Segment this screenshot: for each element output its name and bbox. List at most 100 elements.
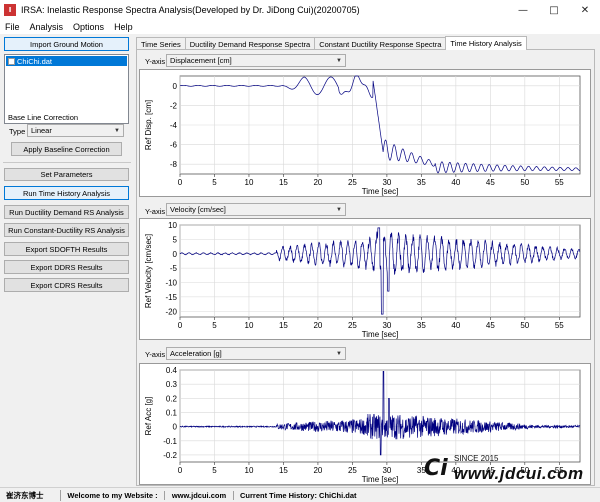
x-axis-label: Time [sec] (362, 475, 399, 484)
close-icon[interactable]: ✕ (570, 0, 600, 20)
yaxis-select-2[interactable]: Velocity [cm/sec] ▼ (166, 203, 346, 216)
status-website-link[interactable]: www.jdcui.com (165, 490, 234, 500)
list-item-label: ChiChi.dat (17, 56, 53, 66)
x-tick-label: 55 (555, 321, 564, 330)
y-tick-label: 0.2 (166, 394, 178, 403)
chevron-down-icon: ▼ (336, 57, 342, 64)
menu-options[interactable]: Options (68, 22, 109, 32)
x-tick-label: 50 (520, 178, 529, 187)
chevron-down-icon: ▼ (336, 350, 342, 357)
x-tick-label: 5 (212, 466, 217, 475)
apply-baseline-button[interactable]: Apply Baseline Correction (11, 142, 122, 156)
velocity-chart: 0 5 10 15 20 25 30 35 40 45 50 55 10 5 0 -5 -10 -15 -20 Tim… (139, 218, 591, 340)
yaxis-label: Y-axis (145, 350, 166, 359)
status-current-file: Current Time History: ChiChi.dat (240, 490, 357, 500)
x-tick-label: 40 (451, 321, 460, 330)
yaxis-select-3[interactable]: Acceleration [g] ▼ (166, 347, 346, 360)
chevron-down-icon: ▼ (336, 206, 342, 213)
y-axis-label: Ref Acc [g] (144, 397, 153, 436)
y-tick-label: -4 (170, 121, 178, 130)
baseline-correction-label: Base Line Correction (8, 113, 79, 122)
y-tick-label: 0.4 (166, 366, 178, 375)
yaxis-select-1[interactable]: Displacement [cm] ▼ (166, 54, 346, 67)
displacement-chart: 0 5 10 15 20 25 30 35 40 45 50 55 0 -2 -4 -6 -8 Time [sec… (139, 69, 591, 197)
left-panel: Import Ground Motion ChiChi.dat Base Lin… (0, 34, 134, 487)
title-bar: I IRSA: Inelastic Response Spectra Analy… (0, 0, 600, 20)
run-time-history-button[interactable]: Run Time History Analysis (4, 186, 129, 200)
menu-bar: File Analysis Options Help (0, 20, 600, 34)
y-tick-label: 10 (168, 221, 177, 230)
yaxis-label: Y-axis (145, 57, 166, 66)
y-tick-label: -0.2 (163, 451, 177, 460)
window-title: IRSA: Inelastic Response Spectra Analysi… (21, 5, 360, 15)
yaxis-select-value: Displacement [cm] (170, 56, 232, 65)
x-tick-label: 10 (245, 466, 254, 475)
x-tick-label: 20 (313, 466, 322, 475)
baseline-type-value: Linear (31, 126, 52, 135)
x-tick-label: 25 (348, 321, 357, 330)
baseline-type-select[interactable]: Linear ▼ (27, 124, 124, 137)
x-tick-label: 5 (212, 321, 217, 330)
status-welcome: Welcome to my Website : (61, 490, 165, 500)
chevron-down-icon: ▼ (114, 127, 120, 134)
x-tick-label: 15 (279, 321, 288, 330)
divider (3, 162, 131, 163)
x-tick-label: 15 (279, 466, 288, 475)
x-tick-label: 25 (348, 466, 357, 475)
checkbox-icon[interactable] (8, 57, 15, 65)
x-tick-label: 35 (417, 321, 426, 330)
import-ground-motion-button[interactable]: Import Ground Motion (4, 37, 129, 51)
time-history-panel: Y-axis Displacement [cm] ▼ 0 5 10 15 20 25 30 3… (136, 49, 595, 486)
list-item[interactable]: ChiChi.dat (6, 56, 127, 66)
x-tick-label: 30 (382, 466, 391, 475)
x-tick-label: 0 (178, 178, 183, 187)
velocity-chart-svg: 0 5 10 15 20 25 30 35 40 45 50 551050-5-10-15-20Tim… (144, 221, 581, 339)
y-axis-label: Ref Disp. [cm] (144, 100, 153, 150)
x-tick-label: 10 (245, 321, 254, 330)
type-label: Type (9, 127, 26, 136)
x-tick-label: 30 (382, 321, 391, 330)
yaxis-label: Y-axis (145, 207, 166, 216)
x-tick-label: 25 (348, 178, 357, 187)
x-tick-label: 45 (486, 178, 495, 187)
x-tick-label: 40 (451, 178, 460, 187)
set-parameters-button[interactable]: Set Parameters (4, 168, 129, 181)
tab-time-history[interactable]: Time History Analysis (445, 36, 527, 50)
watermark: Ci SINCE 2015 www.jdcui.com (424, 452, 598, 492)
x-tick-label: 45 (486, 321, 495, 330)
status-author: 崔济东博士 (0, 489, 61, 501)
y-axis-label: Ref Velocity [cm/sec] (144, 234, 153, 308)
y-tick-label: -5 (170, 264, 178, 273)
yaxis-select-value: Acceleration [g] (170, 349, 222, 358)
menu-file[interactable]: File (0, 22, 25, 32)
x-tick-label: 15 (279, 178, 288, 187)
run-constant-ductility-button[interactable]: Run Constant-Ductility RS Analysis (4, 223, 129, 237)
x-axis-label: Time [sec] (362, 187, 399, 196)
export-cdrs-button[interactable]: Export CDRS Results (4, 278, 129, 292)
menu-analysis[interactable]: Analysis (25, 22, 69, 32)
x-tick-label: 5 (212, 178, 217, 187)
x-tick-label: 35 (417, 178, 426, 187)
x-tick-label: 55 (555, 178, 564, 187)
menu-help[interactable]: Help (109, 22, 138, 32)
maximize-icon[interactable]: □ (539, 0, 569, 20)
x-tick-label: 10 (245, 178, 254, 187)
y-tick-label: 0.3 (166, 380, 178, 389)
x-tick-label: 0 (178, 466, 183, 475)
x-tick-label: 50 (520, 321, 529, 330)
x-tick-label: 20 (313, 178, 322, 187)
run-ductility-demand-button[interactable]: Run Ductility Demand RS Analysis (4, 205, 129, 219)
x-tick-label: 20 (313, 321, 322, 330)
app-icon: I (4, 4, 16, 16)
watermark-logo: Ci (424, 456, 448, 481)
export-sdofth-button[interactable]: Export SDOFTH Results (4, 242, 129, 256)
yaxis-select-value: Velocity [cm/sec] (170, 205, 226, 214)
watermark-url: www.jdcui.com (454, 464, 584, 483)
y-tick-label: -8 (170, 160, 178, 169)
x-tick-label: 0 (178, 321, 183, 330)
y-tick-label: 5 (173, 235, 178, 244)
x-axis-label: Time [sec] (362, 330, 399, 339)
minimize-icon[interactable]: — (508, 0, 538, 20)
y-tick-label: -15 (165, 293, 177, 302)
export-ddrs-button[interactable]: Export DDRS Results (4, 260, 129, 274)
